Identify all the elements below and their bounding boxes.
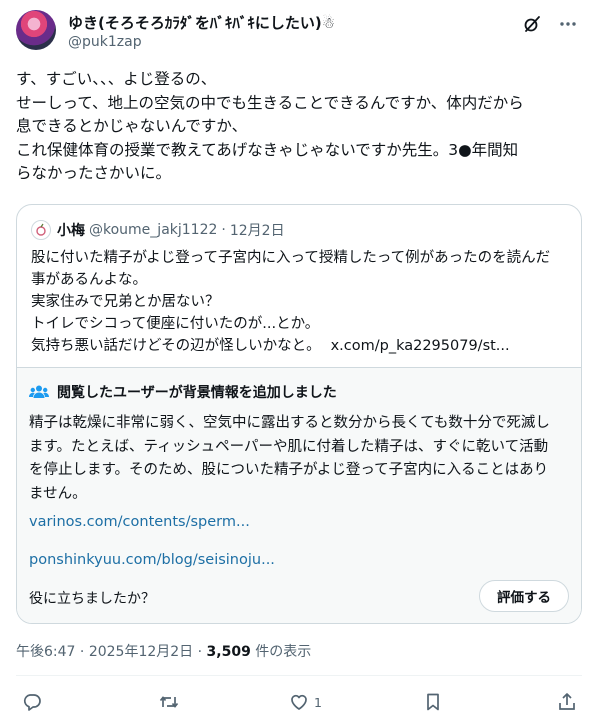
snowman-emoji: ☃: [321, 14, 336, 32]
post-text-line: これ保健体育の授業で教えてあげなきゃじゃないですか先生。3●年間知: [16, 140, 519, 159]
quoted-text-line: 股に付いた精子がよじ登って子宮内に入って授精したって例があったのを読んだ: [31, 250, 551, 266]
more-icon[interactable]: [558, 14, 578, 34]
community-note-title: 閲覧したユーザーが背景情報を追加しました: [57, 385, 337, 401]
share-icon: [559, 693, 575, 710]
quoted-text-line: 事があるんよな。: [31, 272, 147, 288]
quoted-text: 股に付いた精子がよじ登って子宮内に入って授精したって例があったのを読んだ 事があ…: [31, 247, 571, 357]
quoted-post-header: 小梅 @koume_jakj1122 · 12月2日: [31, 219, 285, 241]
plum-icon: [36, 223, 46, 236]
quoted-link[interactable]: x.com/p_ka2295079/st...: [331, 338, 510, 354]
like-icon: [291, 694, 307, 710]
post-header: ゆき(そろそろｶﾗﾀﾞをﾊﾞｷﾊﾞｷにしたい)☃ @puk1zap: [16, 10, 582, 54]
repost-button[interactable]: [159, 692, 179, 712]
display-name[interactable]: ゆき(そろそろｶﾗﾀﾞをﾊﾞｷﾊﾞｷにしたい)☃: [68, 12, 335, 33]
separator: ·: [197, 644, 203, 660]
quoted-text-line: 気持ち悪い話だけどその辺が怪しいかなと。 x.com/p_ka2295079/st…: [31, 335, 571, 357]
action-bar: 1: [16, 690, 582, 718]
avatar[interactable]: [16, 10, 56, 50]
reply-icon: [23, 694, 41, 711]
community-note-text: 精子は乾燥に非常に弱く、空気中に露出すると数分から長くても数十分で死滅し ます。…: [29, 412, 574, 506]
bookmark-button[interactable]: [423, 692, 443, 712]
note-text-line: ます。たとえば、ティッシュペーパーや肌に付着した精子は、すぐに乾いて活動: [29, 438, 549, 455]
user-handle[interactable]: @puk1zap: [68, 34, 142, 50]
people-icon: [29, 385, 49, 398]
post-date[interactable]: 2025年12月2日: [89, 644, 193, 660]
post-time[interactable]: 午後6:47: [16, 644, 75, 660]
note-source-link[interactable]: ponshinkyuu.com/blog/seisinoju...: [29, 552, 275, 568]
display-name-text: ゆき(そろそろｶﾗﾀﾞをﾊﾞｷﾊﾞｷにしたい): [68, 14, 322, 32]
share-button[interactable]: [557, 692, 577, 712]
helpful-question: 役に立ちましたか？: [29, 591, 155, 607]
reply-button[interactable]: [22, 692, 42, 712]
view-count: 3,509: [206, 644, 251, 660]
grok-icon[interactable]: [522, 14, 542, 34]
quoted-post[interactable]: 小梅 @koume_jakj1122 · 12月2日 股に付いた精子がよじ登って…: [16, 204, 582, 624]
quoted-text-line: トイレでシコって便座に付いたのが...とか。: [31, 316, 320, 332]
post-text-line: 息できるとかじゃないんですか、: [16, 117, 248, 135]
note-source-link[interactable]: varinos.com/contents/sperm...: [29, 514, 250, 530]
like-button[interactable]: 1: [289, 692, 322, 712]
post-text-line: せーしって、地上の空気の中でも生きることできるんですか、体内だから: [16, 93, 524, 112]
post-meta: 午後6:47 · 2025年12月2日 · 3,509 件の表示: [16, 641, 311, 661]
note-text-line: ません。: [29, 485, 87, 502]
view-label: 件の表示: [255, 644, 312, 660]
separator: ·: [79, 644, 85, 660]
repost-icon: [159, 696, 179, 708]
note-text-line: を停止します。そのため、股についた精子がよじ登って子宮内に入ることはあり: [29, 462, 549, 478]
quoted-display-name: 小梅: [57, 223, 85, 239]
community-note: 閲覧したユーザーが背景情報を追加しました 精子は乾燥に非常に弱く、空気中に露出す…: [17, 367, 581, 623]
divider: [16, 675, 582, 676]
quoted-avatar: [31, 220, 51, 240]
quoted-handle: @koume_jakj1122: [89, 222, 218, 238]
quoted-date: 12月2日: [229, 223, 285, 239]
post-text: す、すごい、、、よじ登るの、 せーしって、地上の空気の中でも生きることできるんで…: [16, 68, 586, 186]
post-text-line: す、すごい、、、よじ登るの、: [16, 70, 217, 88]
community-note-header: 閲覧したユーザーが背景情報を追加しました: [29, 382, 337, 402]
post-text-line: らなかったさかいに。: [16, 164, 172, 182]
like-count: 1: [314, 694, 322, 710]
separator: ·: [221, 222, 226, 238]
rate-button[interactable]: 評価する: [479, 580, 569, 612]
quoted-text-line-end: 気持ち悪い話だけどその辺が怪しいかなと。: [31, 338, 321, 354]
quoted-text-line: 実家住みで兄弟とか居ない？: [31, 294, 220, 310]
note-text-line: 精子は乾燥に非常に弱く、空気中に露出すると数分から長くても数十分で死滅し: [29, 415, 550, 431]
bookmark-icon: [427, 693, 439, 711]
